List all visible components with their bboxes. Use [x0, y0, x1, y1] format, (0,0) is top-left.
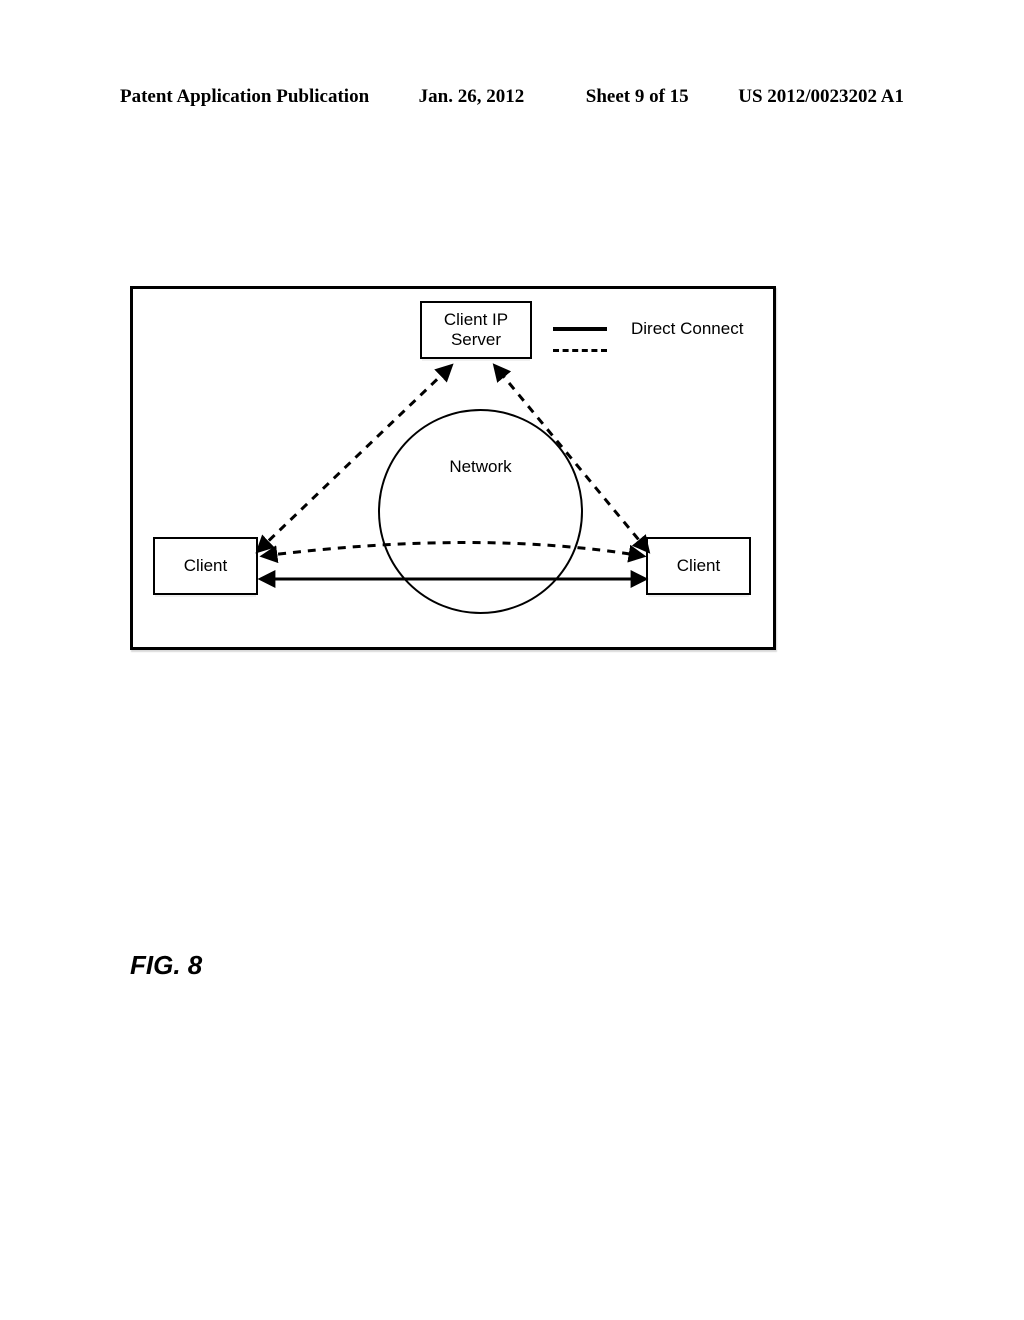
figure-frame: Client IP Server Client Client Network D… — [130, 286, 776, 650]
legend-label-direct: Direct Connect — [631, 319, 743, 339]
legend: Direct Connect — [553, 319, 753, 362]
legend-row-direct: Direct Connect — [553, 319, 753, 339]
legend-swatch-solid-icon — [553, 327, 607, 331]
header-pubno: US 2012/0023202 A1 — [738, 86, 904, 108]
client-right-label: Client — [677, 556, 720, 576]
network-circle: Network — [378, 409, 583, 614]
page-header: Patent Application Publication Jan. 26, … — [0, 86, 1024, 108]
server-box: Client IP Server — [420, 301, 532, 359]
figure-caption: FIG. 8 — [130, 950, 202, 981]
header-date: Jan. 26, 2012 — [419, 86, 525, 108]
network-label: Network — [449, 457, 511, 477]
legend-swatch-dashed-icon — [553, 349, 607, 352]
legend-row-other — [553, 349, 753, 352]
client-right-box: Client — [646, 537, 751, 595]
client-left-label: Client — [184, 556, 227, 576]
server-label: Client IP Server — [444, 310, 508, 351]
client-left-box: Client — [153, 537, 258, 595]
header-left: Patent Application Publication — [120, 86, 369, 108]
header-sheet: Sheet 9 of 15 — [574, 86, 689, 108]
